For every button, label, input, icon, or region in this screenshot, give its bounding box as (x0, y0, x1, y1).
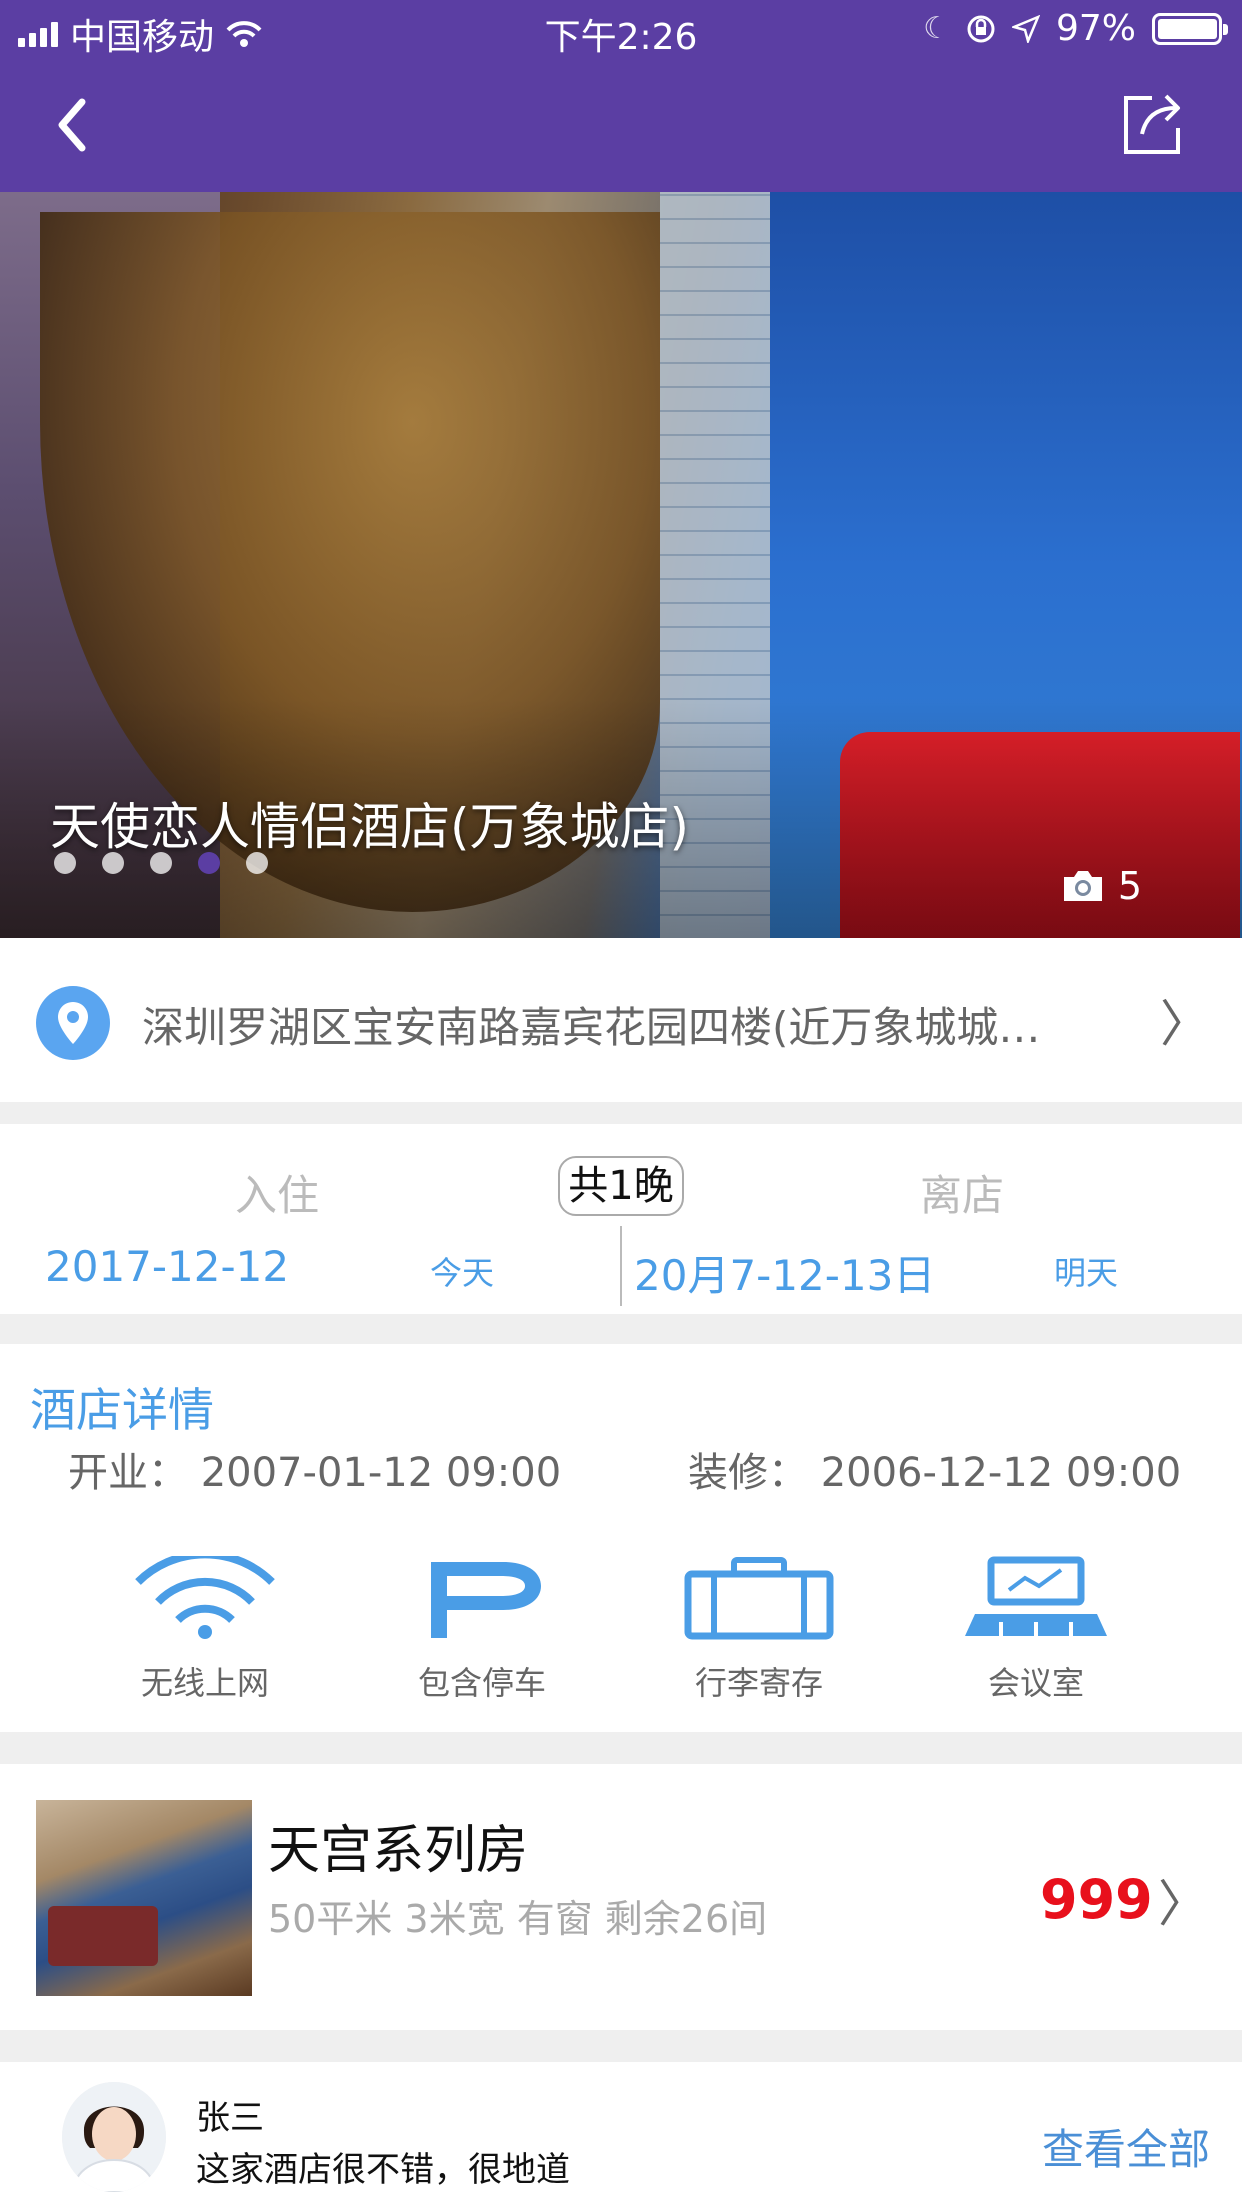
room-name: 天宫系列房 (268, 1821, 529, 1881)
status-bar-right: ☾ 97% (923, 8, 1228, 49)
photo-count: 5 (1117, 864, 1142, 908)
amenity-meeting-room: 会议室 (936, 1556, 1136, 1704)
amenity-label: 会议室 (987, 1664, 1084, 1702)
hotel-photo-gallery[interactable]: 天使恋人情侣酒店(万象城店) 5 (0, 192, 1242, 938)
opened-date: 开业： 2007-01-12 09:00 (68, 1450, 562, 1496)
battery-icon (1152, 12, 1228, 45)
wifi-icon (135, 1556, 275, 1639)
avatar (62, 2082, 166, 2192)
section-gap (0, 1314, 1242, 1344)
luggage-icon (684, 1557, 834, 1640)
room-meta: 50平米 3米宽 有窗 剩余26间 (268, 1897, 768, 1941)
page-dot[interactable] (246, 852, 268, 874)
checkout-label: 离店 (920, 1171, 1005, 1220)
page-dot-active[interactable] (198, 852, 220, 874)
section-gap (0, 1732, 1242, 1764)
amenity-label: 行李寄存 (694, 1664, 823, 1702)
room-card[interactable]: 天宫系列房 50平米 3米宽 有窗 剩余26间 999 〉 (0, 1764, 1242, 2030)
stay-dates: 入住 共1晚 离店 2017-12-12 今天 20月7-12-13日 明天 (0, 1124, 1242, 1314)
status-bar: 中国移动 下午2:26 ☾ 97% (0, 0, 1242, 62)
amenity-label: 无线上网 (140, 1664, 269, 1702)
moon-icon: ☾ (923, 11, 950, 46)
checkout-date[interactable]: 20月7-12-13日 (634, 1242, 935, 1303)
gallery-page-indicator (54, 852, 268, 874)
share-icon (1124, 94, 1180, 154)
chevron-right-icon: 〉 (1158, 1875, 1208, 1933)
details-title: 酒店详情 (30, 1383, 214, 1437)
section-gap (0, 1102, 1242, 1124)
back-button[interactable] (50, 92, 130, 162)
camera-icon (1063, 871, 1102, 901)
section-gap (0, 2030, 1242, 2062)
meeting-room-icon (965, 1556, 1107, 1636)
review-row: 张三 这家酒店很不错，很地道 查看全部 (0, 2062, 1242, 2208)
amenity-label: 包含停车 (417, 1664, 546, 1702)
date-divider (620, 1226, 622, 1306)
view-all-reviews-link[interactable]: 查看全部 (1042, 2116, 1210, 2177)
room-price: 999 (1040, 1868, 1153, 1931)
page-dot[interactable] (102, 852, 124, 874)
battery-percent: 97% (1055, 8, 1136, 49)
room-thumbnail (36, 1800, 252, 1996)
page-dot[interactable] (150, 852, 172, 874)
parking-icon (431, 1562, 541, 1638)
address-text: 深圳罗湖区宝安南路嘉宾花园四楼(近万象城城… (142, 1003, 1041, 1052)
checkin-hint: 今天 (430, 1254, 495, 1292)
chevron-right-icon: 〉 (1160, 995, 1210, 1053)
hotel-details: 酒店详情 开业： 2007-01-12 09:00 装修： 2006-12-12… (0, 1344, 1242, 1732)
location-pin-icon (36, 986, 110, 1060)
location-arrow-icon (1011, 14, 1040, 43)
checkout-hint: 明天 (1054, 1254, 1119, 1292)
renovated-date: 装修： 2006-12-12 09:00 (688, 1450, 1182, 1496)
reviewer-name: 张三 (196, 2098, 264, 2138)
checkin-label: 入住 (235, 1171, 320, 1220)
chevron-left-icon (58, 98, 86, 152)
address-row[interactable]: 深圳罗湖区宝安南路嘉宾花园四楼(近万象城城… 〉 (0, 938, 1242, 1102)
photo-count-badge[interactable]: 5 (1060, 864, 1142, 908)
checkin-date[interactable]: 2017-12-12 (45, 1242, 289, 1291)
amenity-wifi: 无线上网 (105, 1556, 305, 1704)
nav-bar (0, 62, 1242, 192)
amenity-luggage: 行李寄存 (659, 1556, 859, 1704)
share-button[interactable] (1112, 84, 1192, 164)
nights-badge: 共1晚 (558, 1156, 684, 1216)
review-text: 这家酒店很不错，很地道 (196, 2150, 570, 2190)
hotel-name: 天使恋人情侣酒店(万象城店) (50, 798, 690, 856)
amenity-parking: 包含停车 (382, 1556, 582, 1704)
rotation-lock-icon (967, 15, 995, 42)
page-dot[interactable] (54, 852, 76, 874)
